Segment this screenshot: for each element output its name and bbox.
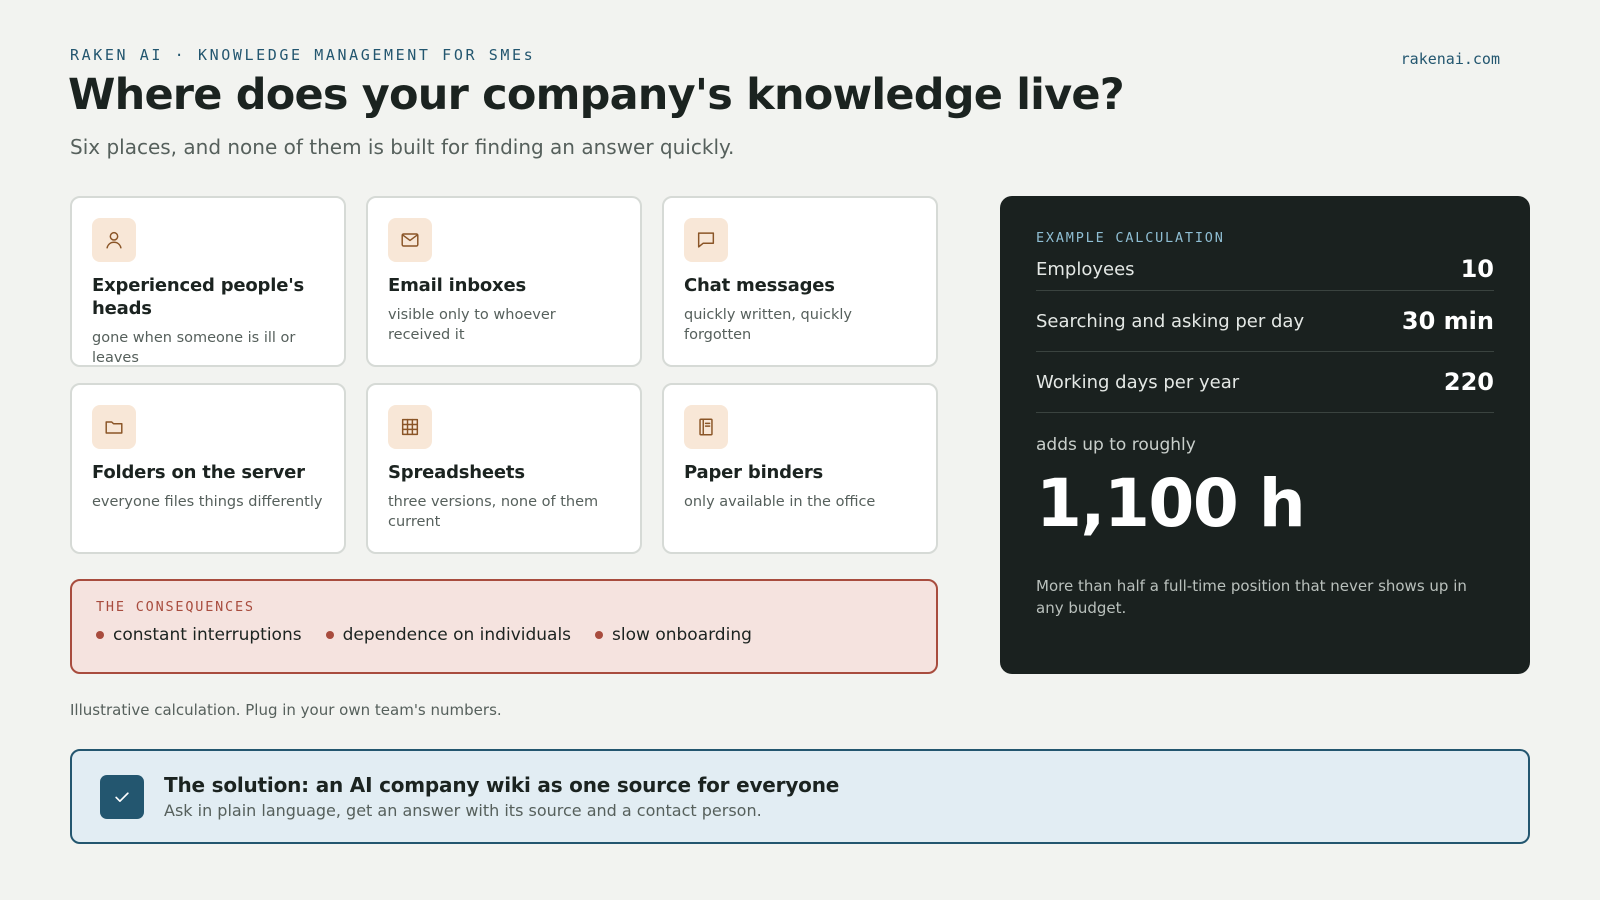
adds-up-label: adds up to roughly (1036, 435, 1196, 455)
total-hours: 1,100 h (1036, 465, 1306, 542)
page-title: Where does your company's knowledge live… (68, 70, 1125, 120)
eyebrow: RAKEN AI · KNOWLEDGE MANAGEMENT FOR SMEs (70, 46, 536, 64)
calculation-label: EXAMPLE CALCULATION (1036, 230, 1225, 246)
place-desc: visible only to whoever received it (388, 307, 556, 343)
spreadsheet-icon (388, 405, 432, 449)
place-card-chat: Chat messages quickly written, quickly f… (662, 196, 938, 367)
calc-row-value: 10 (1460, 255, 1494, 283)
place-desc: only available in the office (684, 494, 876, 510)
place-title: Folders on the server (92, 462, 305, 483)
consequence-text: dependence on individuals (342, 625, 572, 645)
consequences-list: constant interruptions dependence on ind… (96, 625, 912, 645)
consequence-text: slow onboarding (612, 625, 752, 645)
calc-row-working-days: Working days per year 220 (1036, 352, 1494, 413)
calc-row-label: Working days per year (1036, 371, 1240, 393)
place-desc: quickly written, quickly forgotten (684, 307, 852, 343)
place-card-email: Email inboxes visible only to whoever re… (366, 196, 642, 367)
page-subtitle: Six places, and none of them is built fo… (70, 135, 735, 159)
solution-text: The solution: an AI company wiki as one … (164, 773, 839, 820)
solution-title: The solution: an AI company wiki as one … (164, 773, 840, 797)
consequence-item: constant interruptions (96, 625, 302, 645)
calculation-panel: EXAMPLE CALCULATION Employees 10 Searchi… (1000, 196, 1530, 674)
place-desc: everyone files things differently (92, 494, 323, 510)
consequence-item: slow onboarding (595, 625, 752, 645)
place-card-heads: Experienced people's heads gone when som… (70, 196, 346, 367)
site-link[interactable]: rakenai.com (1401, 50, 1500, 68)
place-title: Spreadsheets (388, 462, 525, 483)
place-title: Email inboxes (388, 275, 526, 296)
place-card-folders: Folders on the server everyone files thi… (70, 383, 346, 554)
calculation-rows: Employees 10 Searching and asking per da… (1036, 248, 1494, 413)
consequence-text: constant interruptions (113, 625, 302, 645)
bullet-icon (595, 631, 604, 639)
calc-row-label: Employees (1036, 258, 1135, 280)
calc-row-value: 30 min (1401, 307, 1494, 335)
solution-desc: Ask in plain language, get an answer wit… (164, 801, 762, 820)
place-desc: gone when someone is ill or leaves (92, 330, 296, 366)
consequences-box: THE CONSEQUENCES constant interruptions … (70, 579, 938, 674)
bullet-icon (96, 631, 104, 639)
folder-icon (92, 405, 136, 449)
solution-banner: The solution: an AI company wiki as one … (70, 749, 1530, 844)
person-icon (92, 218, 136, 262)
place-desc: three versions, none of them current (388, 494, 599, 530)
calc-row-value: 220 (1443, 368, 1494, 396)
mail-icon (388, 218, 432, 262)
illustrative-note: Illustrative calculation. Plug in your o… (70, 701, 502, 719)
binder-icon (684, 405, 728, 449)
consequence-item: dependence on individuals (325, 625, 572, 645)
knowledge-places-grid: Experienced people's heads gone when som… (70, 196, 938, 554)
place-card-spreadsheets: Spreadsheets three versions, none of the… (366, 383, 642, 554)
place-title: Experienced people's heads (92, 275, 305, 319)
consequences-label: THE CONSEQUENCES (96, 599, 255, 615)
place-title: Paper binders (684, 462, 824, 483)
bullet-icon (325, 631, 334, 639)
calc-row-employees: Employees 10 (1036, 248, 1494, 291)
calc-row-label: Searching and asking per day (1036, 310, 1305, 332)
place-card-binders: Paper binders only available in the offi… (662, 383, 938, 554)
calculation-footnote: More than half a full-time position that… (1036, 577, 1467, 617)
check-icon (100, 774, 144, 819)
chat-icon (684, 218, 728, 262)
calc-row-searching: Searching and asking per day 30 min (1036, 291, 1494, 352)
place-title: Chat messages (684, 275, 835, 296)
